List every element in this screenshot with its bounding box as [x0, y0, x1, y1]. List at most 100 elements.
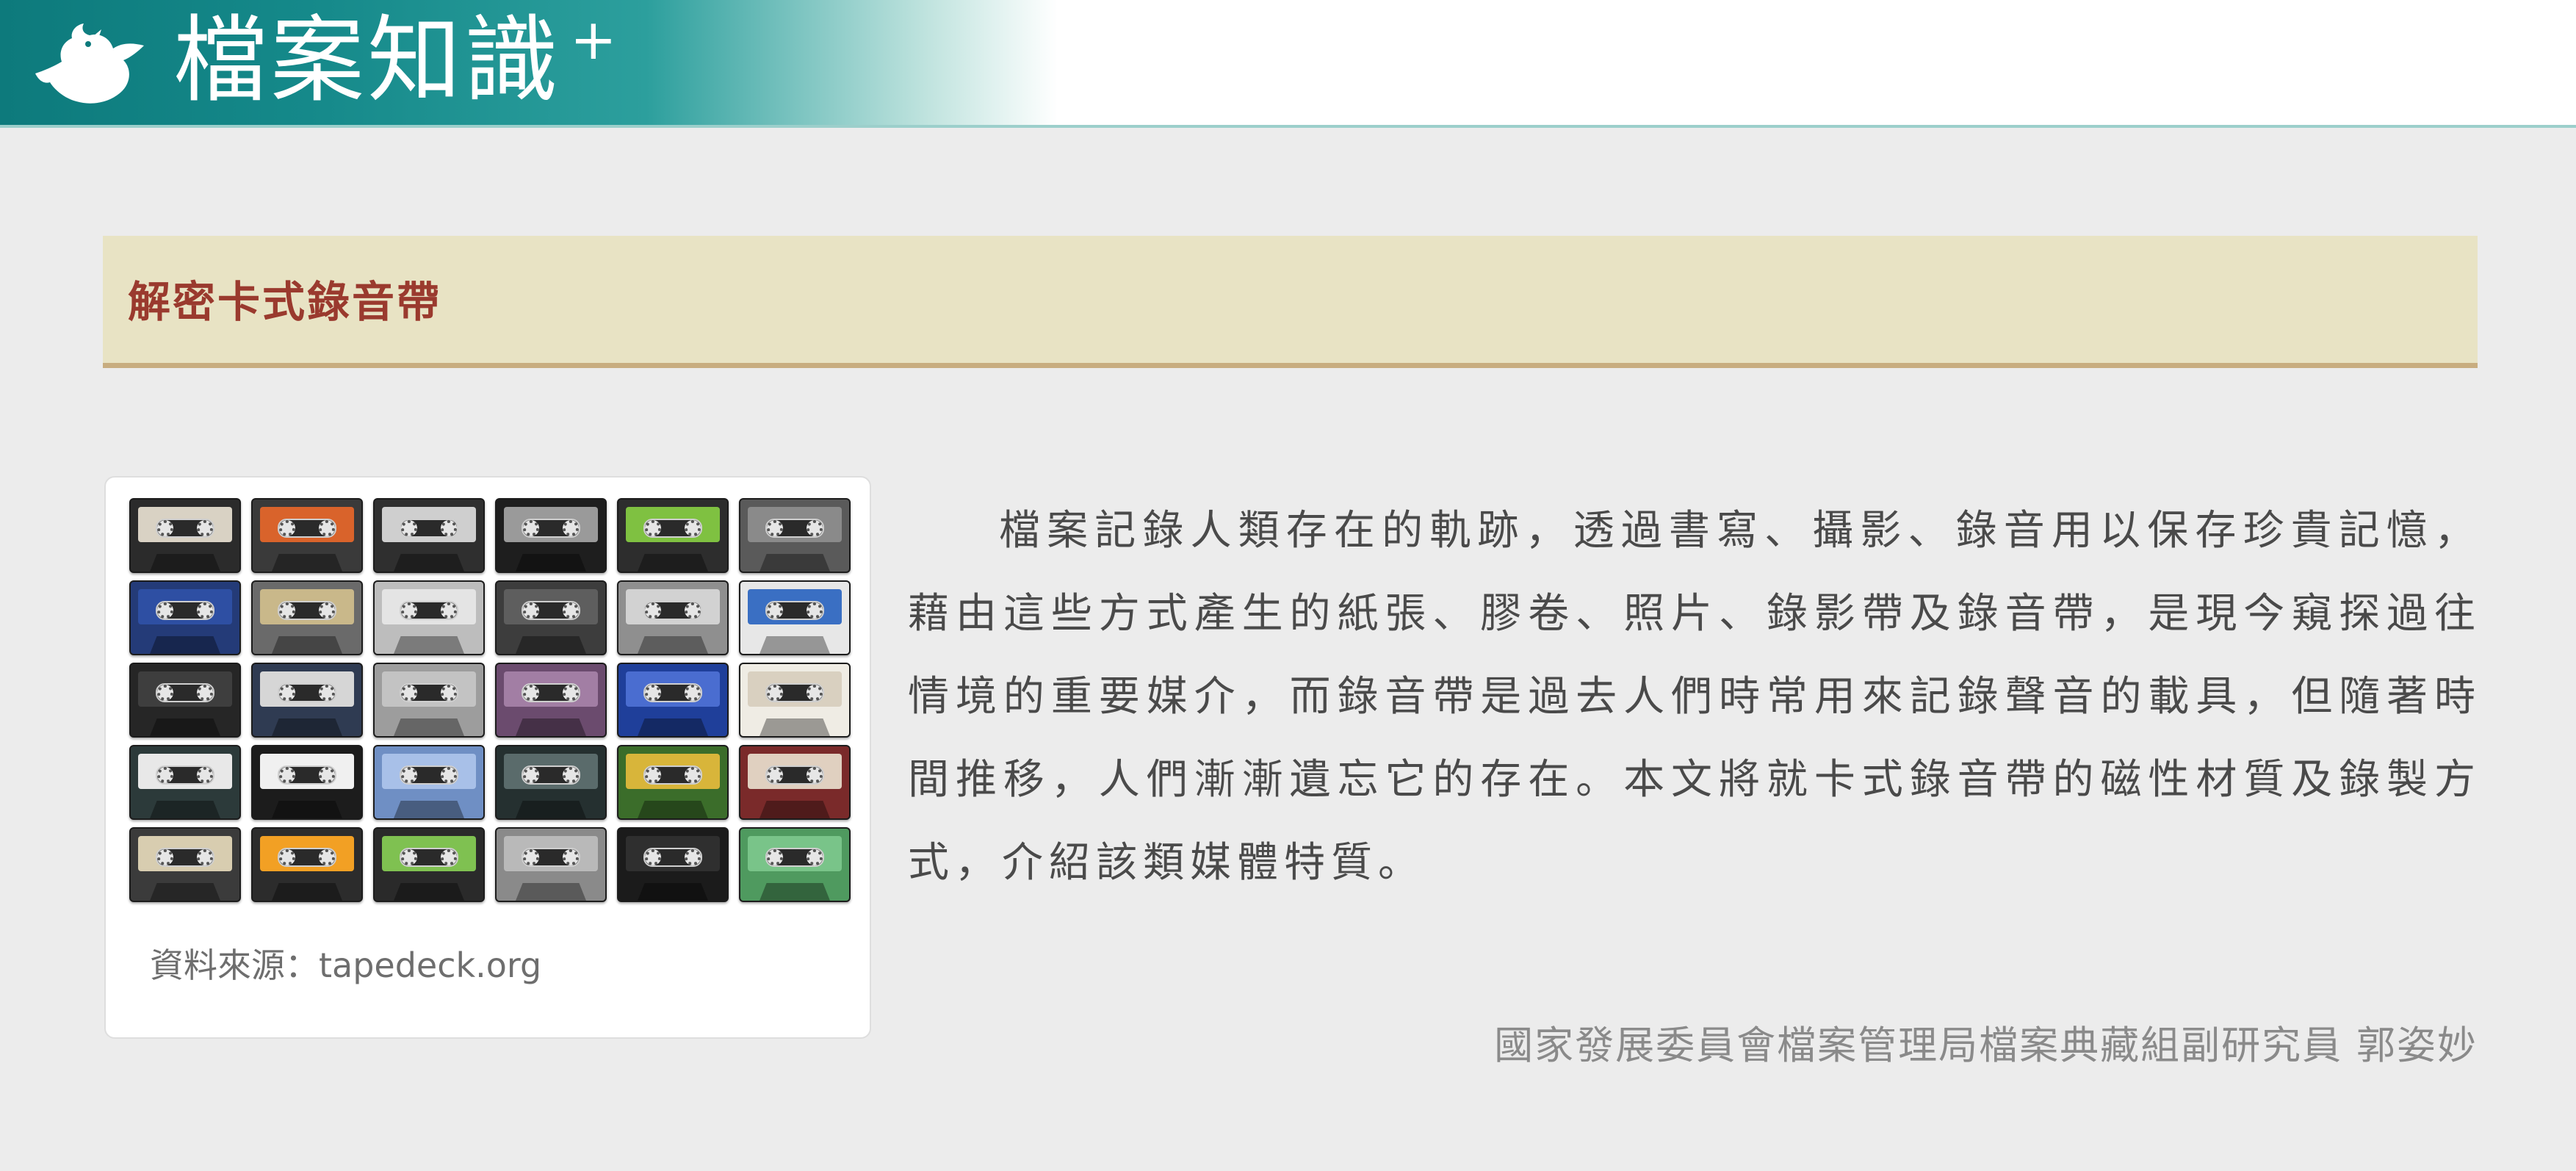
cassette-tape — [373, 745, 485, 820]
bird-icon[interactable] — [29, 16, 154, 112]
figure-card: 資料來源：tapedeck.org — [104, 476, 871, 1039]
cassette-tape — [739, 498, 851, 573]
cassette-hub — [807, 849, 823, 865]
cassette-tape — [739, 745, 851, 820]
cassette-tape — [251, 498, 363, 573]
cassette-base — [394, 636, 464, 654]
cassette-base — [516, 554, 586, 572]
cassette-base — [272, 801, 342, 818]
cassette-tape — [373, 827, 485, 902]
cassette-base — [150, 554, 220, 572]
image-credit: 資料來源：tapedeck.org — [150, 945, 542, 985]
cassette-hub — [563, 602, 579, 619]
cassette-base — [516, 883, 586, 901]
cassette-hub — [197, 767, 213, 783]
article-author: 國家發展委員會檔案管理局檔案典藏組副研究員 郭姿妙 — [1494, 1023, 2478, 1068]
cassette-base — [516, 636, 586, 654]
cassette-hub — [279, 767, 295, 783]
section-title: 解密卡式錄音帶 — [128, 277, 442, 327]
cassette-tape — [251, 745, 363, 820]
cassette-hub — [441, 849, 457, 865]
cassette-hub — [645, 849, 661, 865]
cassette-hub — [319, 602, 335, 619]
site-title[interactable]: 檔案知識 — [173, 6, 561, 116]
cassette-tape — [373, 498, 485, 573]
cassette-tape — [251, 827, 363, 902]
cassette-base — [638, 718, 708, 736]
cassette-base — [760, 801, 830, 818]
cassette-base — [760, 636, 830, 654]
cassette-hub — [563, 767, 579, 783]
cassette-tape — [617, 745, 729, 820]
cassette-hub — [807, 520, 823, 536]
cassette-hub — [807, 602, 823, 619]
cassette-hub — [767, 520, 783, 536]
cassette-hub — [279, 685, 295, 701]
cassette-hub — [767, 685, 783, 701]
cassette-base — [394, 801, 464, 818]
cassette-hub — [523, 520, 539, 536]
cassette-hub — [401, 685, 417, 701]
cassette-hub — [401, 767, 417, 783]
cassette-hub — [645, 602, 661, 619]
cassette-hub — [685, 767, 701, 783]
cassette-base — [150, 718, 220, 736]
cassette-hub — [807, 767, 823, 783]
cassette-tape — [373, 580, 485, 655]
cassette-base — [760, 554, 830, 572]
cassette-hub — [645, 767, 661, 783]
cassette-tape — [739, 827, 851, 902]
cassette-hub — [563, 520, 579, 536]
cassette-hub — [279, 849, 295, 865]
cassette-hub — [319, 520, 335, 536]
cassette-hub — [523, 767, 539, 783]
cassette-hub — [685, 849, 701, 865]
cassette-hub — [523, 602, 539, 619]
cassette-hub — [685, 685, 701, 701]
cassette-tape — [129, 745, 241, 820]
cassette-hub — [523, 849, 539, 865]
article-body: 檔案記錄人類存在的軌跡，透過書寫、攝影、錄音用以保存珍貴記憶，藉由這些方式產生的… — [908, 507, 2481, 887]
cassette-hub — [157, 520, 173, 536]
cassette-tape — [617, 580, 729, 655]
cassette-base — [272, 883, 342, 901]
cassette-tape — [495, 580, 607, 655]
cassette-tape — [129, 498, 241, 573]
cassette-tape — [129, 663, 241, 738]
cassette-tape — [495, 827, 607, 902]
cassette-hub — [441, 767, 457, 783]
cassette-hub — [401, 849, 417, 865]
cassette-hub — [197, 520, 213, 536]
cassette-tape — [495, 498, 607, 573]
cassette-base — [638, 554, 708, 572]
section-banner: 解密卡式錄音帶 — [103, 236, 2478, 368]
cassette-hub — [197, 685, 213, 701]
cassette-base — [150, 636, 220, 654]
cassette-hub — [197, 849, 213, 865]
cassette-tape — [495, 745, 607, 820]
cassette-base — [638, 636, 708, 654]
cassette-base — [760, 883, 830, 901]
cassette-hub — [401, 602, 417, 619]
cassette-hub — [441, 685, 457, 701]
cassette-tape — [373, 663, 485, 738]
cassette-tape — [739, 580, 851, 655]
cassette-hub — [197, 602, 213, 619]
cassette-base — [638, 883, 708, 901]
cassette-hub — [319, 685, 335, 701]
cassette-hub — [767, 849, 783, 865]
cassette-base — [516, 801, 586, 818]
cassette-hub — [401, 520, 417, 536]
cassette-tape — [617, 498, 729, 573]
cassette-hub — [319, 767, 335, 783]
cassette-base — [150, 801, 220, 818]
cassette-hub — [157, 602, 173, 619]
cassette-hub — [441, 520, 457, 536]
cassette-base — [394, 718, 464, 736]
cassette-hub — [523, 685, 539, 701]
cassette-hub — [279, 602, 295, 619]
cassette-base — [272, 718, 342, 736]
cassette-hub — [157, 685, 173, 701]
cassette-base — [150, 883, 220, 901]
cassette-tape — [617, 663, 729, 738]
